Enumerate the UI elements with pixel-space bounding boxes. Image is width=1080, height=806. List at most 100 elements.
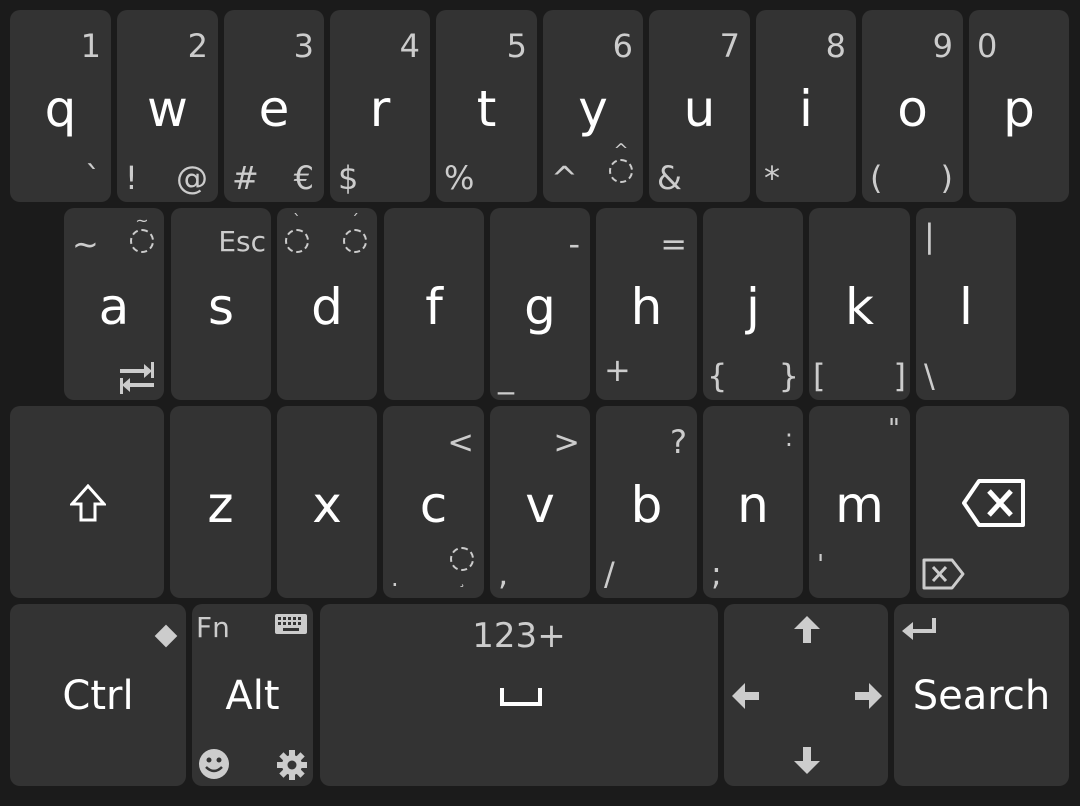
key-v-alt-bottom: , <box>498 555 509 593</box>
key-d[interactable]: ` ´ d <box>277 208 377 400</box>
key-e-alt-right: € <box>293 159 314 197</box>
key-v-label: v <box>525 476 555 534</box>
key-i-alt-left: * <box>764 159 780 197</box>
arrow-right-icon[interactable] <box>854 683 882 709</box>
key-e-label: e <box>258 80 290 138</box>
ctrl-key[interactable]: Ctrl <box>10 604 186 786</box>
key-b[interactable]: ? b / <box>596 406 697 598</box>
key-h-alt-top: = <box>660 225 687 263</box>
arrow-up-icon[interactable] <box>794 616 820 644</box>
arrow-keys-pad[interactable] <box>724 604 888 786</box>
acute-accent-icon: ´ <box>343 213 367 258</box>
key-w-alt-left: ! <box>125 159 138 197</box>
key-c[interactable]: < c . ¸ <box>383 406 484 598</box>
backspace-key[interactable] <box>916 406 1069 598</box>
key-y-label: y <box>578 80 608 138</box>
key-g[interactable]: - g _ <box>490 208 590 400</box>
key-n-alt-bottom: ; <box>711 555 722 593</box>
key-q-num: 1 <box>80 27 101 65</box>
key-y-alt-left: ^ <box>551 159 578 197</box>
shift-key[interactable] <box>10 406 164 598</box>
key-f[interactable]: f <box>384 208 484 400</box>
key-a-tilde: ~ <box>72 225 99 263</box>
key-y[interactable]: 6 y ^ ^ <box>543 10 643 202</box>
key-a[interactable]: ~ ~ a <box>64 208 164 400</box>
key-b-alt-top: ? <box>670 423 687 461</box>
key-t-num: 5 <box>506 27 527 65</box>
key-i[interactable]: 8 i * <box>756 10 856 202</box>
key-z[interactable]: z <box>170 406 271 598</box>
fn-label: Fn <box>196 611 230 644</box>
backspace-icon <box>961 478 1027 528</box>
key-s[interactable]: Esc s <box>171 208 271 400</box>
key-m[interactable]: " m ' <box>809 406 910 598</box>
key-b-label: b <box>630 476 663 534</box>
search-key[interactable]: Search <box>894 604 1069 786</box>
key-e[interactable]: 3 e # € <box>224 10 324 202</box>
diamond-icon <box>154 624 178 648</box>
key-o[interactable]: 9 o ( ) <box>862 10 963 202</box>
key-l-alt-top: | <box>924 217 935 255</box>
grave-accent-icon: ` <box>285 213 309 258</box>
key-s-esc: Esc <box>218 225 266 258</box>
key-m-alt-bottom: ' <box>817 550 825 580</box>
key-l[interactable]: | l \ <box>916 208 1016 400</box>
key-u-num: 7 <box>719 27 740 65</box>
key-x-label: x <box>312 476 342 534</box>
key-p-label: p <box>1003 80 1035 138</box>
key-g-alt-top: - <box>568 225 580 263</box>
ctrl-label: Ctrl <box>62 673 134 719</box>
key-f-label: f <box>425 278 443 336</box>
key-m-alt-top: " <box>888 414 900 444</box>
key-w[interactable]: 2 w ! @ <box>117 10 218 202</box>
key-b-alt-bottom: / <box>604 555 615 593</box>
key-w-num: 2 <box>187 27 208 65</box>
key-o-alt-left: ( <box>870 159 883 197</box>
key-y-num: 6 <box>612 27 633 65</box>
key-n[interactable]: : n ; <box>703 406 803 598</box>
space-bar-icon <box>500 688 542 706</box>
key-t-alt-left: % <box>444 159 475 197</box>
key-k-alt-left: [ <box>813 357 826 395</box>
key-p[interactable]: 0 p <box>969 10 1069 202</box>
key-u-alt-left: & <box>657 159 682 197</box>
key-r[interactable]: 4 r $ <box>330 10 430 202</box>
key-w-alt-right: @ <box>176 159 208 197</box>
key-j-alt-right: } <box>778 357 799 395</box>
key-x[interactable]: x <box>277 406 377 598</box>
key-n-alt-top: : <box>784 424 793 452</box>
key-k[interactable]: k [ ] <box>809 208 910 400</box>
key-l-label: l <box>959 278 973 336</box>
key-j[interactable]: j { } <box>703 208 803 400</box>
key-n-label: n <box>737 476 769 534</box>
key-a-label: a <box>98 278 130 336</box>
key-c-label: c <box>419 476 448 534</box>
key-h[interactable]: = h + <box>596 208 697 400</box>
key-s-label: s <box>207 278 235 336</box>
key-q-label: q <box>44 80 77 138</box>
key-u-label: u <box>683 80 716 138</box>
key-d-label: d <box>311 278 343 336</box>
key-r-label: r <box>369 80 391 138</box>
key-q[interactable]: 1 q ` <box>10 10 111 202</box>
key-i-label: i <box>799 80 813 138</box>
arrow-left-icon[interactable] <box>732 683 760 709</box>
key-t[interactable]: 5 t % <box>436 10 537 202</box>
key-w-label: w <box>147 80 188 138</box>
alt-label: Alt <box>225 673 280 719</box>
switch-direction-icon <box>120 362 154 394</box>
key-u[interactable]: 7 u & <box>649 10 750 202</box>
tilde-accent-icon: ~ <box>130 213 154 258</box>
space-key[interactable]: 123+ <box>320 604 718 786</box>
alt-key[interactable]: Fn Alt <box>192 604 313 786</box>
arrow-down-icon[interactable] <box>794 746 820 774</box>
search-label: Search <box>912 673 1051 719</box>
key-o-label: o <box>897 80 928 138</box>
key-q-alt: ` <box>85 159 101 197</box>
cedilla-accent-icon: ¸ <box>450 544 474 587</box>
emoji-icon <box>198 748 230 780</box>
key-r-alt-left: $ <box>338 159 359 197</box>
key-h-label: h <box>630 278 663 336</box>
key-v[interactable]: > v , <box>490 406 590 598</box>
key-h-alt-bottom: + <box>604 351 631 389</box>
